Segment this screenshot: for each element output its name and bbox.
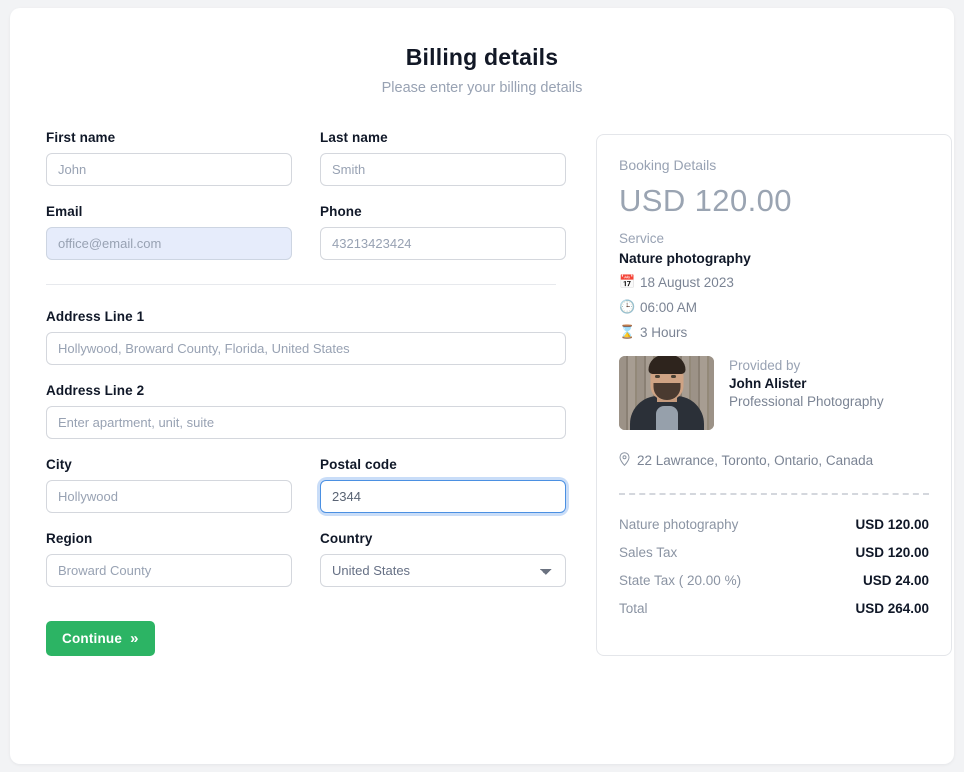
price-breakdown: Nature photography USD 120.00 Sales Tax … [619,517,929,616]
address1-row: Address Line 1 [46,309,566,365]
postal-code-input[interactable] [320,480,566,513]
city-label: City [46,457,72,472]
map-pin-icon [619,452,630,469]
postal-code-focus-ring [320,480,566,513]
first-name-label: First name [46,130,116,145]
email-field: Email [46,204,292,260]
country-field: Country United States [320,531,566,587]
price-row-label: State Tax ( 20.00 %) [619,573,742,588]
hourglass-icon: ⌛ [619,324,636,339]
price-row-total: Total USD 264.00 [619,601,929,616]
booking-details-heading: Booking Details [619,157,717,173]
booking-total-price: USD 120.00 [619,183,792,218]
city-input[interactable] [46,480,292,513]
booking-dotted-separator [619,493,929,495]
continue-button-label: Continue [62,631,123,646]
page-header: Billing details Please enter your billin… [10,8,954,96]
phone-field: Phone [320,204,566,260]
page-title: Billing details [405,44,559,70]
city-field: City [46,457,292,513]
booking-location-row: 22 Lawrance, Toronto, Ontario, Canada [619,452,929,469]
provider-name: John Alister [729,376,807,391]
first-name-field: First name [46,130,292,186]
price-row-value: USD 120.00 [855,545,929,560]
clock-icon: 🕒 [619,299,636,314]
phone-label: Phone [320,204,362,219]
double-chevron-right-icon: » [130,630,139,647]
last-name-input[interactable] [320,153,566,186]
address-line-1-field: Address Line 1 [46,309,566,365]
price-row: Sales Tax USD 120.00 [619,545,929,560]
price-row-value: USD 24.00 [862,573,929,588]
price-row-label: Nature photography [619,517,739,532]
provider-avatar [619,356,714,430]
email-label: Email [46,204,83,219]
address-line-2-field: Address Line 2 [46,383,566,439]
page-content: First name Last name Email Phone [10,96,954,656]
region-label: Region [46,531,93,546]
postal-code-label: Postal code [320,457,397,472]
region-country-row: Region Country United States [46,531,566,587]
booking-location-text: 22 Lawrance, Toronto, Ontario, Canada [637,453,874,468]
booking-duration-row: ⌛ 3 Hours [619,324,929,340]
address-line-2-input[interactable] [46,406,566,439]
price-row: State Tax ( 20.00 %) USD 24.00 [619,573,929,588]
price-row-label: Sales Tax [619,545,678,560]
country-select[interactable]: United States [320,554,566,587]
provider-business: Professional Photography [729,394,884,409]
booking-date-row: 📅 18 August 2023 [619,274,929,290]
price-row-label: Total [619,601,648,616]
city-postal-row: City Postal code [46,457,566,513]
region-field: Region [46,531,292,587]
provided-by-label: Provided by [729,358,801,373]
continue-button[interactable]: Continue » [46,621,155,656]
address-line-1-input[interactable] [46,332,566,365]
region-input[interactable] [46,554,292,587]
booking-sidebar: Booking Details USD 120.00 Service Natur… [566,130,952,656]
price-row-value: USD 264.00 [855,601,929,616]
country-label: Country [320,531,373,546]
contact-row: Email Phone [46,204,566,260]
last-name-field: Last name [320,130,566,186]
address-line-2-label: Address Line 2 [46,383,145,398]
phone-input[interactable] [320,227,566,260]
booking-time-text: 06:00 AM [640,299,698,315]
last-name-label: Last name [320,130,388,145]
price-row: Nature photography USD 120.00 [619,517,929,532]
calendar-icon: 📅 [619,274,636,289]
avatar-shirt [655,406,678,430]
booking-duration-text: 3 Hours [640,324,688,340]
address-line-1-label: Address Line 1 [46,309,145,324]
booking-time-row: 🕒 06:00 AM [619,299,929,315]
address2-row: Address Line 2 [46,383,566,439]
booking-details-panel: Booking Details USD 120.00 Service Natur… [596,134,952,656]
provider-section: Provided by John Alister Professional Ph… [619,356,929,430]
price-row-value: USD 120.00 [855,517,929,532]
avatar-eye-left [655,375,660,378]
email-input[interactable] [46,227,292,260]
page-subtitle: Please enter your billing details [381,80,583,96]
postal-code-field: Postal code [320,457,566,513]
form-section-divider [46,284,556,285]
avatar-eye-right [671,375,676,378]
provider-info: Provided by John Alister Professional Ph… [729,356,884,409]
service-name: Nature photography [619,251,751,266]
first-name-input[interactable] [46,153,292,186]
service-label: Service [619,231,665,246]
avatar-hair [648,356,685,374]
billing-form: First name Last name Email Phone [36,130,566,656]
name-row: First name Last name [46,130,566,186]
booking-date-text: 18 August 2023 [640,274,734,290]
billing-page-card: Billing details Please enter your billin… [10,8,954,764]
